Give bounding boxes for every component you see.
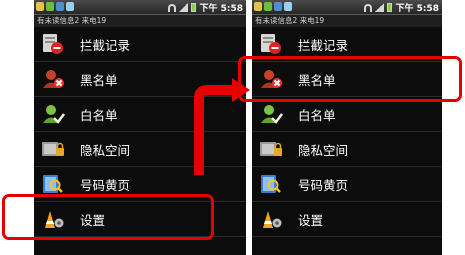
notification-icon bbox=[36, 2, 44, 11]
message-icon bbox=[66, 2, 74, 11]
blacklist-highlight bbox=[238, 56, 462, 102]
privacy-space-icon bbox=[42, 142, 64, 156]
status-time: 下午 5:58 bbox=[395, 4, 439, 14]
wifi-icon bbox=[364, 3, 373, 12]
notification-icon bbox=[254, 2, 262, 11]
menu-item-privacy-space[interactable]: 隐私空间 bbox=[252, 132, 442, 167]
status-bar: 下午 5:58 bbox=[34, 0, 246, 15]
block-log-icon bbox=[43, 34, 63, 54]
phone-screen-right: 下午 5:58 有未读信息2 来电19 拦截记录 黑名单 白名单 隐私空间 号码… bbox=[252, 0, 442, 255]
status-icons bbox=[36, 2, 74, 11]
menu-item-label: 白名单 bbox=[298, 107, 336, 123]
menu-item-label: 白名单 bbox=[80, 107, 118, 123]
whitelist-icon bbox=[43, 105, 65, 124]
settings-icon bbox=[263, 211, 282, 228]
status-bar: 下午 5:58 bbox=[252, 0, 442, 15]
settings-highlight bbox=[2, 194, 214, 240]
status-time: 下午 5:58 bbox=[199, 4, 243, 14]
menu-item-whitelist[interactable]: 白名单 bbox=[252, 97, 442, 132]
blacklist-icon bbox=[43, 70, 64, 88]
menu-item-label: 隐私空间 bbox=[298, 142, 349, 158]
yellow-pages-icon bbox=[43, 175, 63, 193]
app-icon bbox=[46, 2, 54, 11]
notification-bar[interactable]: 有未读信息2 来电19 bbox=[34, 15, 246, 27]
menu-item-label: 黑名单 bbox=[80, 72, 118, 88]
whitelist-icon bbox=[261, 105, 283, 124]
message-icon bbox=[284, 2, 292, 11]
menu-item-label: 设置 bbox=[298, 212, 324, 228]
notification-bar[interactable]: 有未读信息2 来电19 bbox=[252, 15, 442, 27]
usb-icon bbox=[274, 2, 282, 11]
app-icon bbox=[264, 2, 272, 11]
battery-icon bbox=[191, 3, 197, 12]
battery-icon bbox=[387, 3, 393, 12]
menu-item-label: 拦截记录 bbox=[80, 37, 131, 53]
menu-item-label: 拦截记录 bbox=[298, 37, 349, 53]
menu-item-settings[interactable]: 设置 bbox=[252, 202, 442, 237]
privacy-space-icon bbox=[260, 142, 282, 156]
status-indicators: 下午 5:58 bbox=[168, 1, 243, 14]
status-icons bbox=[254, 2, 292, 11]
menu-item-label: 隐私空间 bbox=[80, 142, 131, 158]
menu-item-block-log[interactable]: 拦截记录 bbox=[34, 27, 246, 62]
menu-item-label: 号码黄页 bbox=[80, 177, 131, 193]
usb-icon bbox=[56, 2, 64, 11]
menu-item-yellow-pages[interactable]: 号码黄页 bbox=[252, 167, 442, 202]
yellow-pages-icon bbox=[261, 175, 281, 193]
signal-icon bbox=[179, 3, 189, 12]
block-log-icon bbox=[261, 34, 281, 54]
signal-icon bbox=[375, 3, 385, 12]
status-indicators: 下午 5:58 bbox=[364, 1, 439, 14]
menu-item-label: 号码黄页 bbox=[298, 177, 349, 193]
wifi-icon bbox=[168, 3, 177, 12]
